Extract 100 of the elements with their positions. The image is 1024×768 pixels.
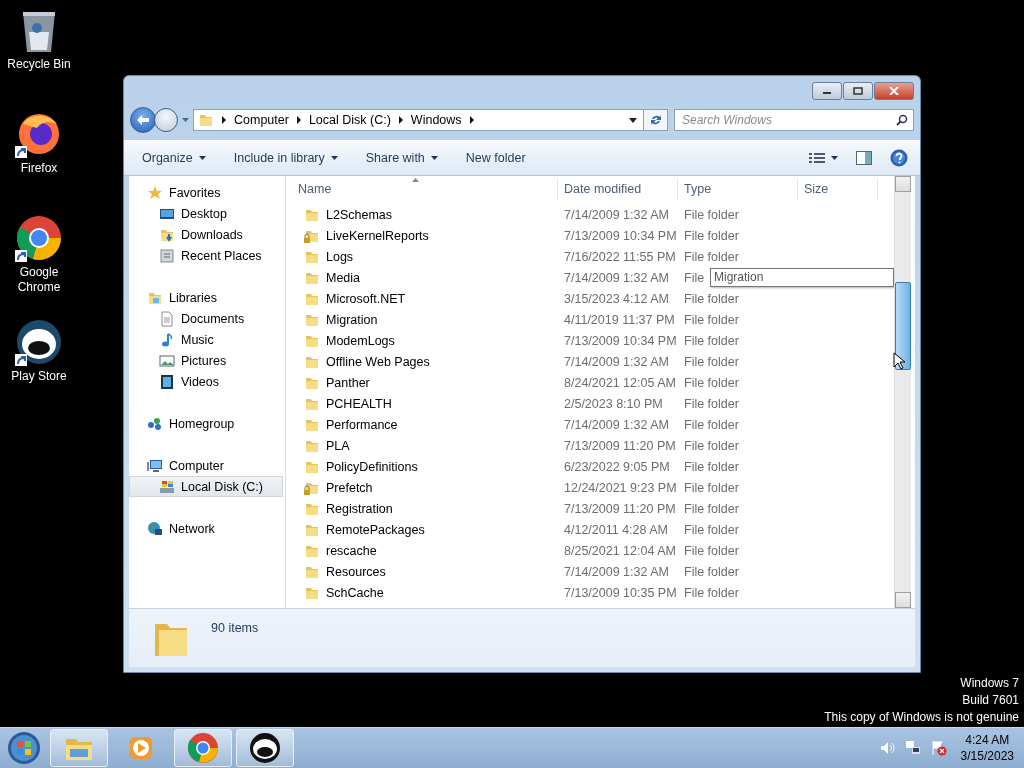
- chrome-icon[interactable]: [15, 214, 63, 262]
- restore-icon: [853, 87, 863, 95]
- nav-item[interactable]: Homegroup: [129, 413, 285, 434]
- file-type: File folder: [684, 249, 739, 264]
- column-header[interactable]: Date modified: [558, 178, 678, 200]
- file-type: File folder: [684, 396, 739, 411]
- chevron-icon[interactable]: [221, 116, 227, 124]
- date-modified: 4/12/2011 4:28 AM: [564, 522, 669, 537]
- refresh-icon: [648, 113, 663, 127]
- caret-icon: [198, 156, 206, 160]
- file-name[interactable]: rescache: [326, 543, 377, 558]
- date-modified: 7/14/2009 1:32 AM: [564, 354, 669, 369]
- nav-item[interactable]: Music: [129, 329, 285, 350]
- file-name[interactable]: Media: [326, 270, 361, 285]
- caret-icon: [330, 156, 338, 160]
- picture-icon: [159, 352, 175, 369]
- nav-item[interactable]: Downloads: [129, 224, 285, 245]
- maximize-button[interactable]: [843, 82, 873, 100]
- file-name[interactable]: Offline Web Pages: [326, 354, 430, 369]
- search-icon: [896, 114, 908, 126]
- file-name[interactable]: PCHEALTH: [326, 396, 392, 411]
- desktop-icon-label[interactable]: Google Chrome: [4, 265, 74, 295]
- search-field[interactable]: Search Windows: [674, 109, 914, 131]
- date-modified: 7/13/2009 10:34 PM: [564, 333, 677, 348]
- desktop-icon-label[interactable]: Recycle Bin: [4, 57, 74, 72]
- file-type: File folder: [684, 354, 739, 369]
- toolbar-button[interactable]: Organize: [136, 148, 212, 168]
- nav-item[interactable]: Computer: [129, 455, 285, 476]
- chevron-icon[interactable]: [468, 116, 475, 124]
- toolbar-button[interactable]: Share with: [359, 148, 444, 168]
- nav-item[interactable]: Desktop: [129, 203, 285, 224]
- file-name[interactable]: PLA: [326, 438, 350, 453]
- file-name[interactable]: Prefetch: [326, 480, 373, 495]
- nav-item[interactable]: Network: [129, 518, 285, 539]
- shortcut-arrow-icon: [15, 146, 27, 158]
- desktop-icon-label[interactable]: Play Store: [4, 369, 74, 384]
- column-header[interactable]: Size: [798, 178, 878, 200]
- nav-item[interactable]: Favorites: [129, 182, 285, 203]
- desktop-icon-label[interactable]: Firefox: [4, 161, 74, 176]
- date-modified: 7/13/2009 10:35 PM: [564, 585, 677, 600]
- file-name[interactable]: Performance: [326, 417, 398, 432]
- caret-icon: [430, 156, 438, 160]
- file-name[interactable]: ModemLogs: [326, 333, 395, 348]
- toolbar-button[interactable]: New folder: [459, 148, 532, 168]
- nav-item[interactable]: Recent Places: [129, 245, 285, 266]
- date-modified: 2/5/2023 8:10 PM: [564, 396, 663, 411]
- file-type: File folder: [684, 228, 739, 243]
- caret-icon[interactable]: [629, 117, 637, 123]
- file-name[interactable]: SchCache: [326, 585, 384, 600]
- recent-places-icon: [159, 247, 175, 264]
- network-icon[interactable]: [904, 740, 921, 756]
- column-header[interactable]: Name: [286, 178, 558, 200]
- file-name[interactable]: Logs: [326, 249, 354, 264]
- sort-arrow-icon: [412, 178, 419, 182]
- refresh-button[interactable]: [644, 109, 668, 131]
- nav-item[interactable]: Libraries: [129, 287, 285, 308]
- scrollbar[interactable]: [894, 176, 911, 608]
- music-note-icon: [159, 331, 175, 348]
- nav-item[interactable]: Local Disk (C:): [129, 476, 283, 497]
- file-name[interactable]: Microsoft.NET: [326, 291, 406, 306]
- taskbar-button[interactable]: [236, 729, 294, 767]
- nav-item[interactable]: Documents: [129, 308, 285, 329]
- nav-item[interactable]: Videos: [129, 371, 285, 392]
- nav-item[interactable]: Pictures: [129, 350, 285, 371]
- flag-error-icon[interactable]: [930, 740, 947, 756]
- breadcrumb[interactable]: Local Disk (C:): [308, 113, 391, 127]
- forward-button[interactable]: [154, 108, 178, 132]
- film-icon: [159, 373, 175, 390]
- file-name[interactable]: Registration: [326, 501, 393, 516]
- chevron-icon[interactable]: [397, 116, 404, 124]
- chevron-icon[interactable]: [295, 116, 302, 124]
- file-type: File folder: [684, 291, 739, 306]
- file-name[interactable]: Migration: [326, 312, 378, 327]
- minimize-button[interactable]: [812, 82, 842, 100]
- file-type: File folder: [684, 438, 739, 453]
- file-name[interactable]: L2Schemas: [326, 207, 392, 222]
- column-header[interactable]: Type: [678, 178, 798, 200]
- recent-pages-button[interactable]: [180, 118, 191, 122]
- tooltip: Migration: [710, 268, 894, 287]
- homegroup-icon: [147, 415, 163, 432]
- breadcrumb[interactable]: Windows: [410, 113, 462, 127]
- date-modified: 7/13/2009 11:20 PM: [564, 501, 676, 516]
- back-button[interactable]: [130, 107, 156, 133]
- date-modified: 4/11/2019 11:37 PM: [564, 312, 675, 327]
- date-modified: 7/14/2009 1:32 AM: [564, 207, 669, 222]
- ghost-face-icon[interactable]: [15, 318, 63, 366]
- file-name[interactable]: PolicyDefinitions: [326, 459, 418, 474]
- close-button[interactable]: [874, 82, 914, 100]
- file-name[interactable]: LiveKernelReports: [326, 228, 429, 243]
- toolbar-button[interactable]: Include in library: [227, 148, 344, 168]
- breadcrumb[interactable]: Computer: [234, 113, 289, 127]
- back-arrow-icon: [136, 114, 150, 126]
- file-type: File folder: [684, 333, 739, 348]
- file-name[interactable]: Resources: [326, 564, 386, 579]
- address-bar[interactable]: Computer Local Disk (C:) Windows: [193, 109, 644, 131]
- file-name[interactable]: Panther: [326, 375, 370, 390]
- file-name[interactable]: RemotePackages: [326, 522, 425, 537]
- clock[interactable]: 4:24 AM 3/15/2023: [956, 732, 1018, 764]
- file-type: File folder: [684, 543, 739, 558]
- caret-icon: [182, 118, 189, 122]
